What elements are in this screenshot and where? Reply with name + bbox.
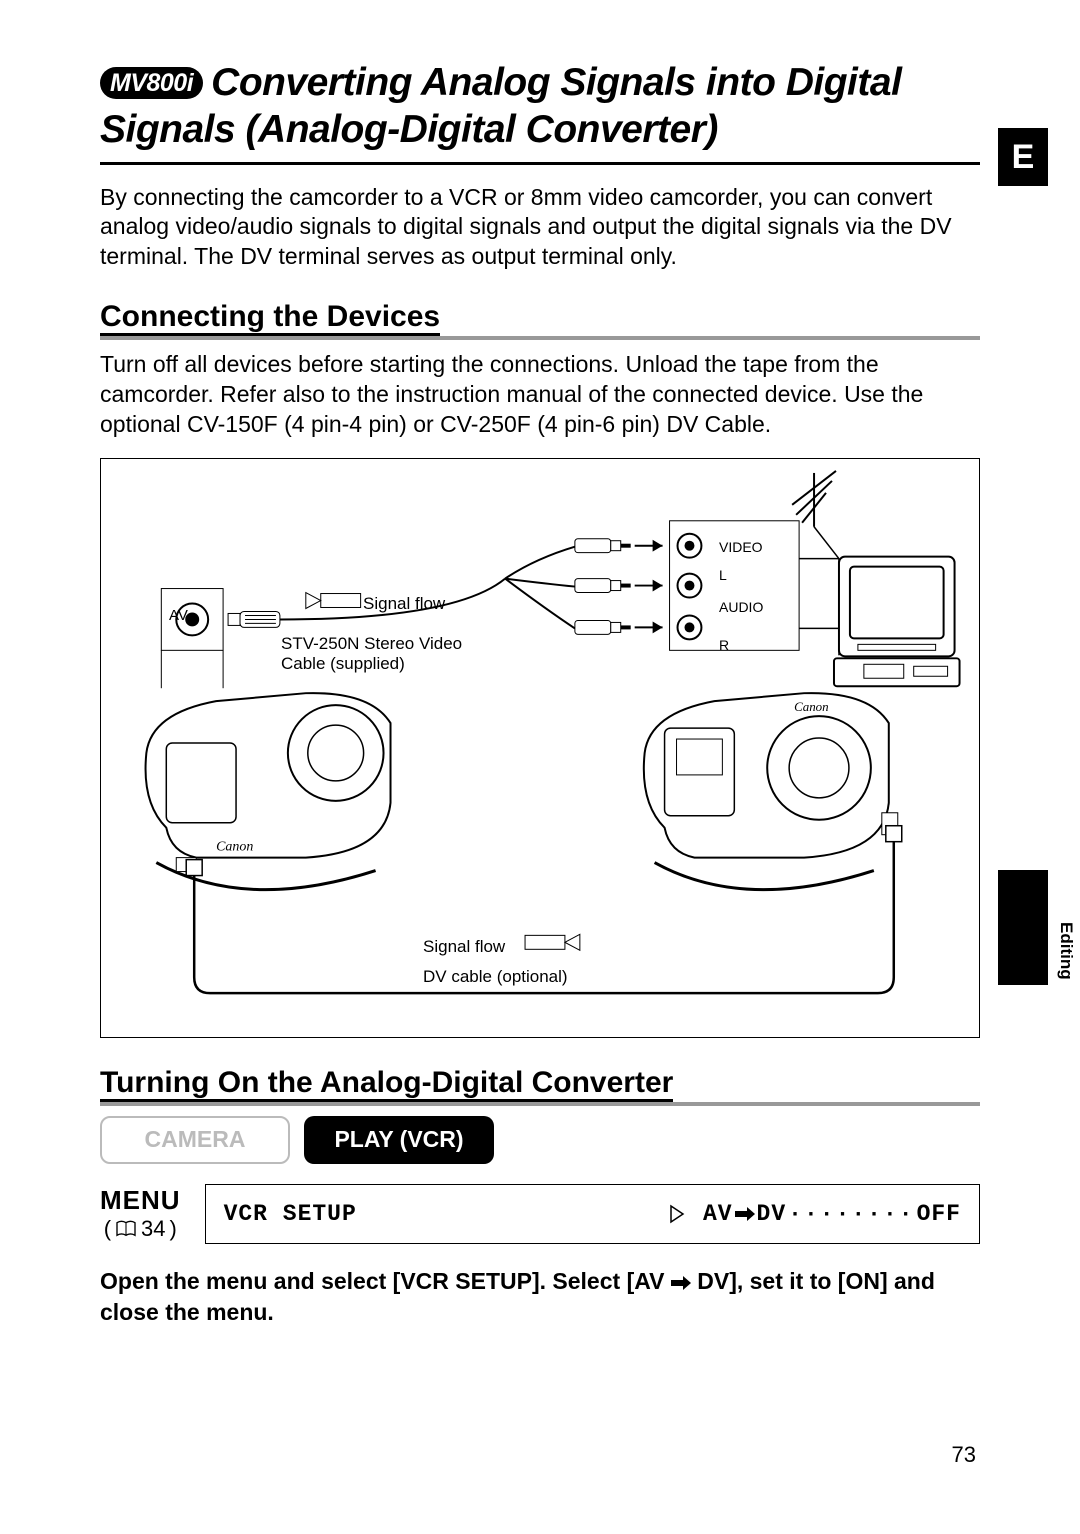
svg-text:Canon: Canon [794, 699, 829, 714]
section-connecting: Connecting the Devices [100, 300, 980, 340]
vcr-setup-label: VCR SETUP [224, 1201, 357, 1227]
vcr-setup-box: VCR SETUP AV DV ········ OFF [205, 1184, 980, 1244]
avdv-dv: DV [757, 1201, 787, 1227]
menu-row: MENU ( 34 ) VCR SETUP AV DV ······· [100, 1184, 980, 1244]
label-dv-cable: DV cable (optional) [423, 967, 568, 987]
svg-text:Canon: Canon [216, 840, 253, 855]
mode-camera: CAMERA [100, 1116, 290, 1164]
triangle-play-icon [669, 1204, 685, 1224]
label-stv-cable: STV-250N Stereo Video Cable (supplied) [281, 634, 491, 675]
label-audio: AUDIO [719, 599, 763, 615]
intro-paragraph: By connecting the camcorder to a VCR or … [100, 183, 980, 273]
title-rule [100, 162, 980, 165]
title-line-2: Signals (Analog-Digital Converter) [100, 108, 718, 151]
menu-label: MENU [100, 1185, 181, 1216]
avdv-av: AV [703, 1201, 733, 1227]
arrow-right-icon [671, 1276, 691, 1290]
page-ref-number: 34 [141, 1216, 165, 1242]
avdv-dots: ········ [788, 1201, 914, 1227]
mode-row: CAMERA PLAY (VCR) [100, 1116, 980, 1164]
mode-play-vcr: PLAY (VCR) [304, 1116, 494, 1164]
avdv-off: OFF [917, 1201, 961, 1227]
label-l: L [719, 567, 727, 583]
label-signal-flow-2: Signal flow [423, 937, 505, 957]
page-number: 73 [952, 1442, 976, 1468]
connect-paragraph: Turn off all devices before starting the… [100, 350, 980, 440]
connection-diagram: Canon Canon [100, 458, 980, 1038]
diagram-svg: Canon Canon [101, 459, 979, 1037]
label-video: VIDEO [719, 539, 763, 555]
model-badge: MV800i [100, 67, 203, 99]
page-ref: ( 34 ) [104, 1216, 177, 1242]
instruction-text: Open the menu and select [VCR SETUP]. Se… [100, 1266, 980, 1328]
title-line-1: Converting Analog Signals into Digital [211, 61, 901, 104]
label-signal-flow: Signal flow [363, 594, 445, 614]
book-icon [115, 1220, 137, 1238]
menu-col: MENU ( 34 ) [100, 1185, 205, 1242]
arrow-right-icon [735, 1207, 755, 1221]
page-content: MV800iConverting Analog Signals into Dig… [0, 0, 1080, 1328]
page-title: MV800iConverting Analog Signals into Dig… [100, 60, 980, 154]
label-av: AV [169, 607, 188, 624]
section-turning-on: Turning On the Analog-Digital Converter [100, 1066, 980, 1106]
label-r: R [719, 637, 729, 653]
